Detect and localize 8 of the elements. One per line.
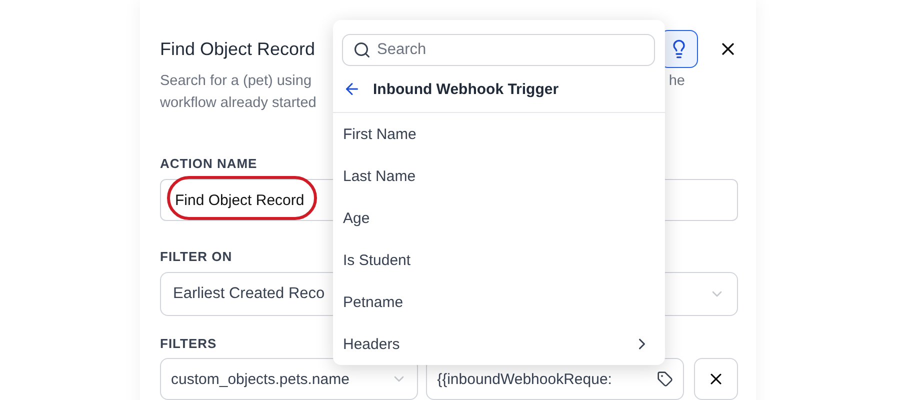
field-label: ACTION NAME bbox=[160, 156, 258, 171]
description-text: he bbox=[668, 72, 685, 91]
menu-heading: Inbound Webhook Trigger bbox=[373, 80, 559, 98]
field-label: FILTER ON bbox=[160, 249, 232, 264]
description-text: Search for a (pet) using bbox=[160, 72, 312, 91]
panel-title: Find Object Record bbox=[160, 38, 316, 60]
field-label: FILTERS bbox=[160, 336, 217, 351]
description-text: workflow already started bbox=[160, 94, 316, 113]
